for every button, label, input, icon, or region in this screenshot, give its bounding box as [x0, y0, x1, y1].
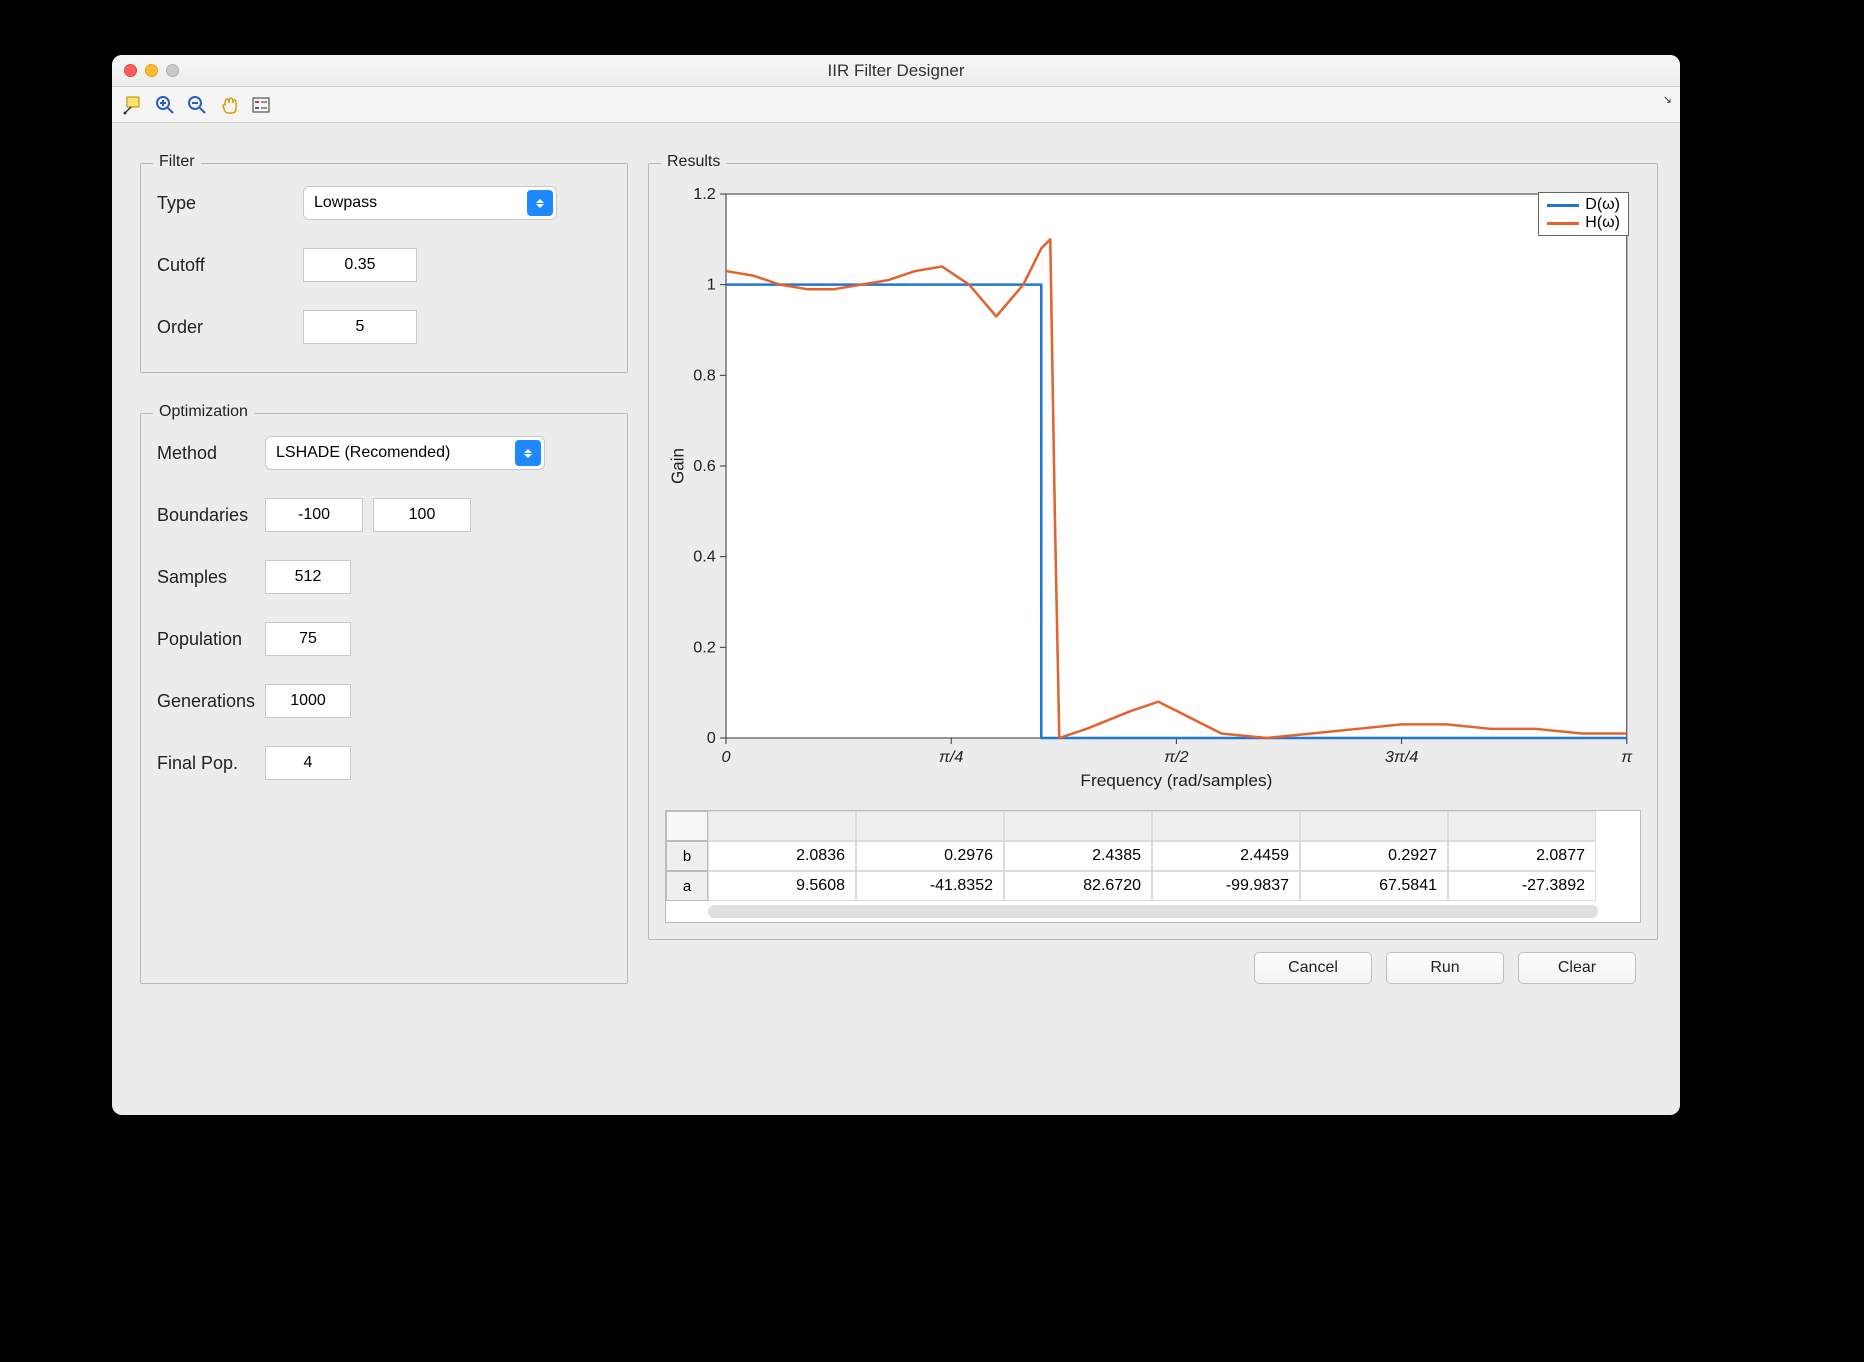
filter-group-title: Filter: [153, 153, 201, 171]
svg-text:π/4: π/4: [939, 748, 963, 766]
figure-toolbar: ↘: [112, 87, 1680, 123]
cell-b-3[interactable]: 2.4459: [1152, 841, 1300, 871]
opt-generations-input[interactable]: [265, 684, 351, 718]
opt-population-input[interactable]: [265, 622, 351, 656]
chevron-updown-icon: [515, 440, 541, 466]
cell-b-1[interactable]: 0.2976: [856, 841, 1004, 871]
app-window: IIR Filter Designer ↘ Filter Type: [112, 55, 1680, 1115]
svg-text:0.6: 0.6: [693, 457, 716, 475]
svg-text:Gain: Gain: [667, 448, 687, 484]
filter-type-label: Type: [157, 193, 297, 214]
titlebar: IIR Filter Designer: [112, 55, 1680, 87]
table-header-row: [666, 811, 1640, 841]
table-scrollbar[interactable]: [708, 905, 1598, 918]
legend-d-label: D(ω): [1585, 196, 1620, 214]
optimization-group-title: Optimization: [153, 403, 254, 421]
results-group: Results 00.20.40.60.811.20π/4π/23π/4πFre…: [648, 163, 1658, 940]
opt-finalpop-input[interactable]: [265, 746, 351, 780]
cell-b-4[interactable]: 0.2927: [1300, 841, 1448, 871]
results-group-title: Results: [661, 153, 726, 171]
window-maximize-button[interactable]: [166, 64, 179, 77]
run-button[interactable]: Run: [1386, 952, 1504, 984]
data-cursor-icon[interactable]: [118, 91, 148, 119]
opt-method-value: LSHADE (Recomended): [276, 444, 450, 462]
chevron-updown-icon: [527, 190, 553, 216]
row-b-header[interactable]: b: [666, 841, 708, 871]
optimization-group: Optimization Method LSHADE (Recomended) …: [140, 413, 628, 984]
window-title: IIR Filter Designer: [112, 61, 1680, 81]
chart-legend[interactable]: D(ω) H(ω): [1538, 192, 1629, 236]
opt-method-select[interactable]: LSHADE (Recomended): [265, 436, 545, 470]
svg-text:Frequency (rad/samples): Frequency (rad/samples): [1080, 770, 1272, 790]
legend-h-label: H(ω): [1585, 214, 1620, 232]
svg-text:0.4: 0.4: [693, 548, 716, 566]
filter-cutoff-input[interactable]: [303, 248, 417, 282]
svg-text:0: 0: [707, 729, 716, 747]
coefficients-table: b 2.0836 0.2976 2.4385 2.4459 0.2927 2.0…: [665, 810, 1641, 923]
filter-type-select[interactable]: Lowpass: [303, 186, 557, 220]
cell-a-1[interactable]: -41.8352: [856, 871, 1004, 901]
svg-text:0.2: 0.2: [693, 638, 716, 656]
results-chart: 0 0.2 0.4 0.6 0.8 1 1.2 0 π/4 π/2 3π/4 π Frequency (…: [665, 182, 1641, 792]
svg-text:1.2: 1.2: [693, 185, 716, 203]
cell-a-5[interactable]: -27.3892: [1448, 871, 1596, 901]
cell-a-0[interactable]: 9.5608: [708, 871, 856, 901]
cell-b-5[interactable]: 2.0877: [1448, 841, 1596, 871]
table-corner-cell: [666, 811, 708, 841]
svg-text:1: 1: [707, 276, 716, 294]
legend-toggle-icon[interactable]: [246, 91, 276, 119]
action-buttons: Cancel Run Clear: [648, 940, 1658, 984]
svg-text:0.8: 0.8: [693, 366, 716, 384]
toolbar-dock-arrow-icon[interactable]: ↘: [1663, 93, 1672, 106]
row-a-header[interactable]: a: [666, 871, 708, 901]
zoom-in-icon[interactable]: [150, 91, 180, 119]
svg-text:π/2: π/2: [1164, 748, 1188, 766]
cell-a-4[interactable]: 67.5841: [1300, 871, 1448, 901]
clear-button[interactable]: Clear: [1518, 952, 1636, 984]
pan-icon[interactable]: [214, 91, 244, 119]
cancel-button[interactable]: Cancel: [1254, 952, 1372, 984]
filter-order-input[interactable]: [303, 310, 417, 344]
table-row-a: a 9.5608 -41.8352 82.6720 -99.9837 67.58…: [666, 871, 1640, 901]
opt-boundaries-hi-input[interactable]: [373, 498, 471, 532]
opt-boundaries-lo-input[interactable]: [265, 498, 363, 532]
svg-text:π: π: [1621, 748, 1633, 766]
filter-cutoff-label: Cutoff: [157, 255, 297, 276]
cell-b-0[interactable]: 2.0836: [708, 841, 856, 871]
svg-text:0: 0: [721, 748, 730, 766]
cell-a-2[interactable]: 82.6720: [1004, 871, 1152, 901]
filter-type-value: Lowpass: [314, 194, 377, 212]
filter-order-label: Order: [157, 317, 297, 338]
table-row-b: b 2.0836 0.2976 2.4385 2.4459 0.2927 2.0…: [666, 841, 1640, 871]
svg-text:3π/4: 3π/4: [1385, 748, 1419, 766]
window-minimize-button[interactable]: [145, 64, 158, 77]
zoom-out-icon[interactable]: [182, 91, 212, 119]
filter-group: Filter Type Lowpass Cutoff Order: [140, 163, 628, 373]
opt-samples-input[interactable]: [265, 560, 351, 594]
cell-a-3[interactable]: -99.9837: [1152, 871, 1300, 901]
cell-b-2[interactable]: 2.4385: [1004, 841, 1152, 871]
window-close-button[interactable]: [124, 64, 137, 77]
